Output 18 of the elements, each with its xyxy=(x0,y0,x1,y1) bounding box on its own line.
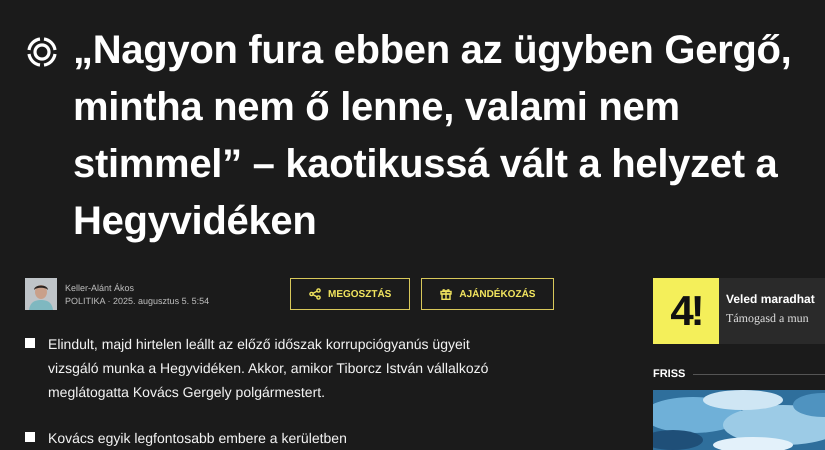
author-avatar[interactable] xyxy=(25,278,57,310)
banner-title: Veled maradhat xyxy=(726,292,815,306)
section-heading: FRISS xyxy=(653,368,686,380)
article-meta: POLITIKA · 2025. augusztus 5. 5:54 xyxy=(65,296,210,306)
bullet-icon xyxy=(25,432,35,442)
gift-icon xyxy=(440,288,452,300)
podcast-icon xyxy=(25,35,59,69)
article-headline: „Nagyon fura ebben az ügyben Gergő, mintha nem ő lenne, valami nem stimmel” – kaotikussá vált a helyzet a Hegyvidéken xyxy=(73,27,792,245)
support-banner[interactable]: 4! Veled maradhat Támogasd a mun xyxy=(653,278,825,344)
banner-subtitle: Támogasd a mun xyxy=(726,311,810,326)
gift-button[interactable]: AJÁNDÉKOZÁS xyxy=(421,278,554,310)
bullet-icon xyxy=(25,338,35,348)
lead-paragraph: Kovács egyik legfontosabb embere a kerületben xyxy=(48,429,348,448)
author-name[interactable]: Keller-Alánt Ákos xyxy=(65,282,290,292)
lead-paragraph: Elindult, majd hirtelen leállt az előző időszak korrupciógyanús ügyeit vizsgáló munka a Hegyvidéken. Akkor, amikor Tiborcz István vállalkozó meglátogatta Kovács Gergely polgármestert. xyxy=(48,335,490,402)
share-button[interactable]: MEGOSZTÁS xyxy=(290,278,410,310)
share-icon xyxy=(309,288,321,300)
site-logo: 4! xyxy=(653,278,719,344)
